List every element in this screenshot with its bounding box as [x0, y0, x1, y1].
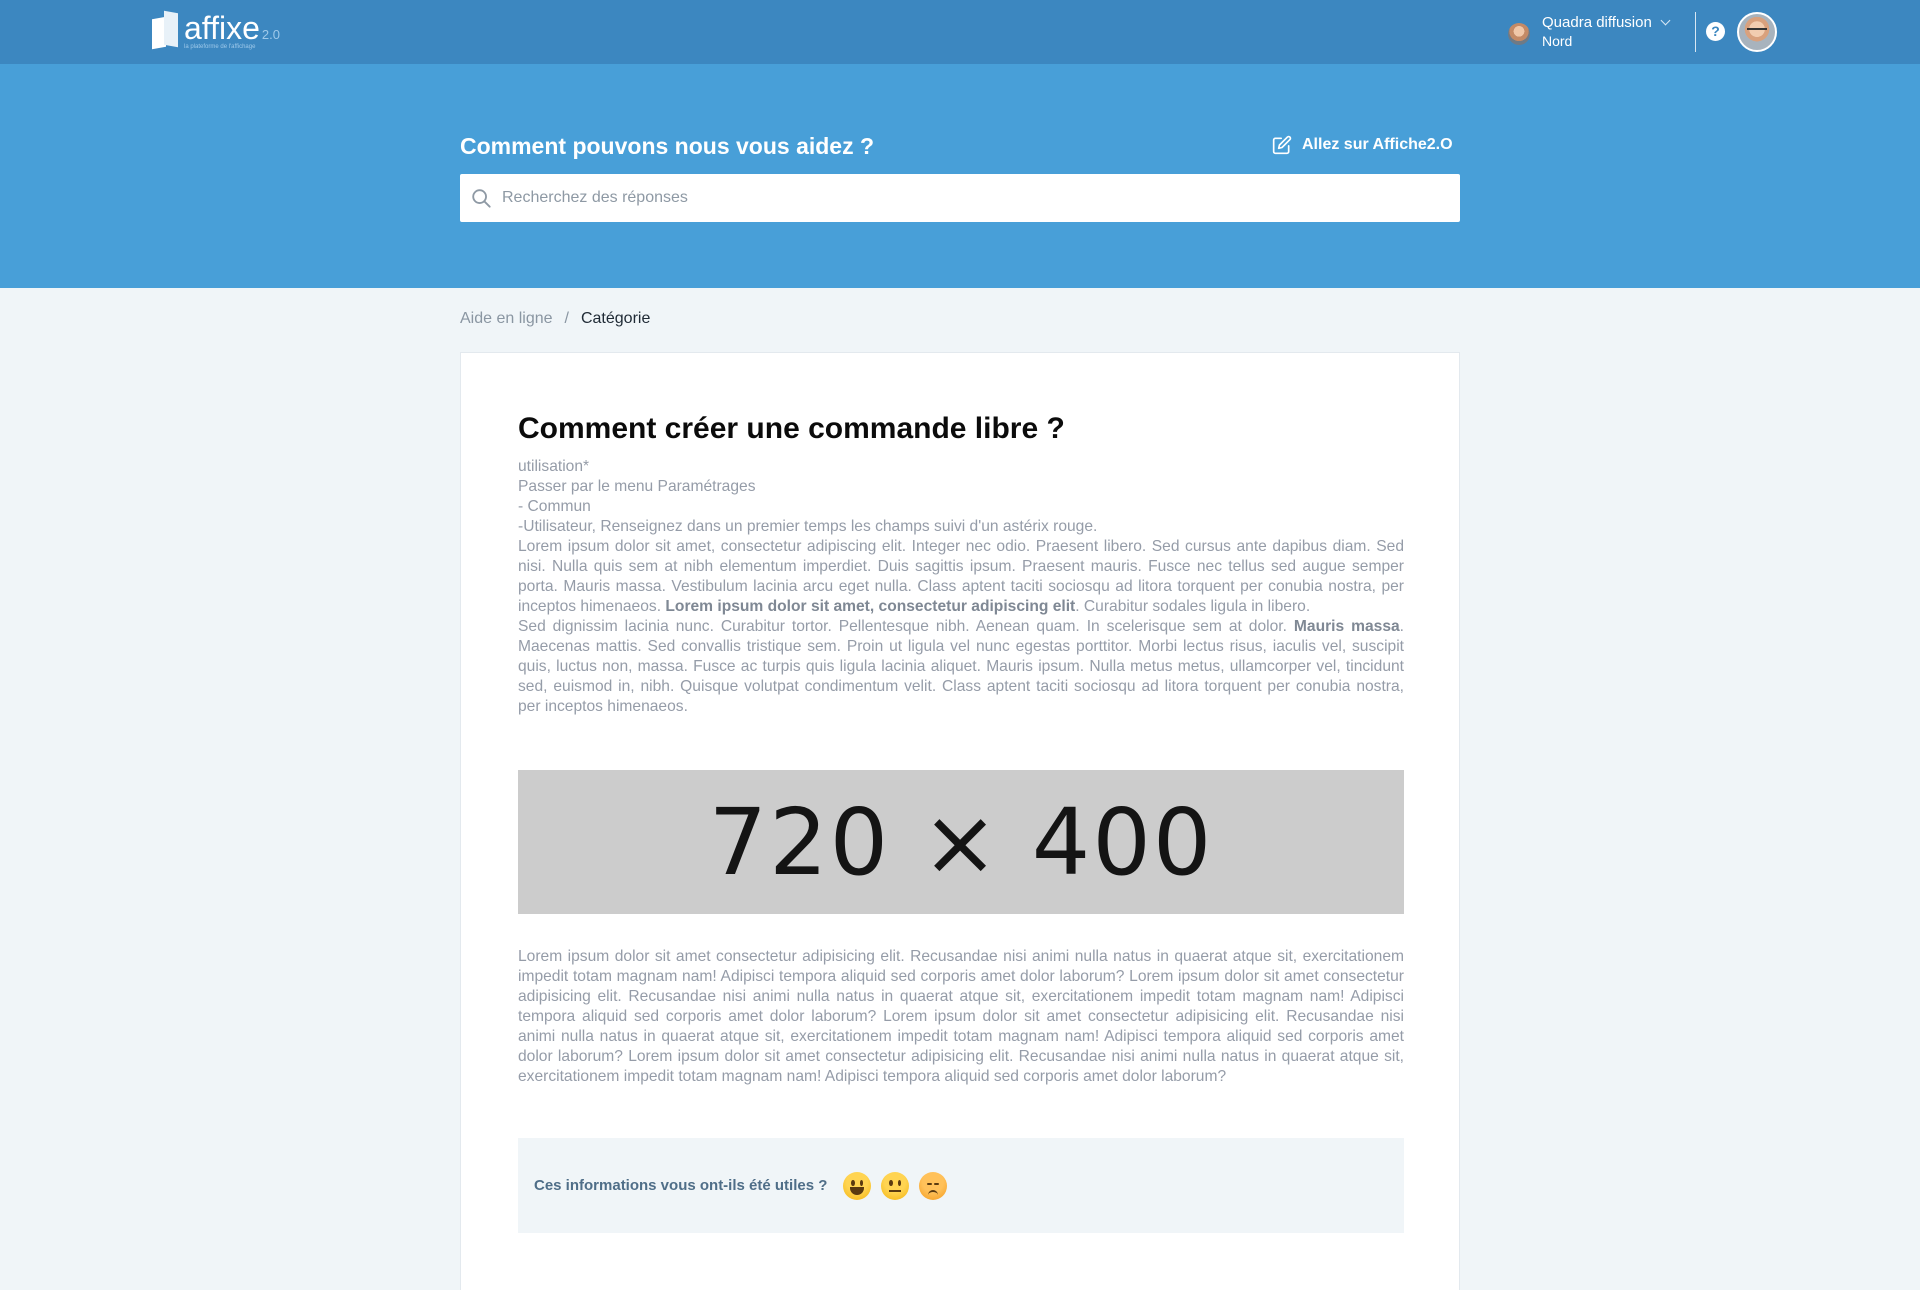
chevron-down-icon: [1660, 15, 1671, 26]
feedback-question: Ces informations vous ont-ils été utiles…: [534, 1177, 828, 1194]
article-line: utilisation*: [518, 458, 590, 475]
top-navbar: affixe 2.0 la plateforme de l'affichage …: [0, 0, 1920, 64]
user-avatar[interactable]: [1737, 12, 1777, 52]
feedback-box: Ces informations vous ont-ils été utiles…: [518, 1138, 1404, 1233]
brand-name: affixe: [184, 10, 260, 46]
image-placeholder-label: 720 × 400: [708, 788, 1214, 896]
search-icon: [470, 187, 492, 209]
article-intro: utilisation* Passer par le menu Paramétr…: [518, 457, 1404, 717]
article-line: Passer par le menu Paramétrages: [518, 478, 756, 495]
search-box[interactable]: [460, 174, 1460, 222]
article-image-placeholder: 720 × 400: [518, 770, 1404, 914]
organization-name: Quadra diffusion: [1542, 14, 1652, 31]
search-input[interactable]: [502, 189, 1460, 207]
breadcrumb-current: Catégorie: [580, 310, 651, 327]
navbar-divider: [1695, 12, 1696, 52]
article-paragraph: Lorem ipsum dolor sit amet consectetur a…: [518, 948, 1404, 1085]
affixe-logo[interactable]: affixe 2.0 la plateforme de l'affichage: [150, 8, 280, 54]
organization-region: Nord: [1542, 33, 1573, 49]
go-to-affiche-link[interactable]: Allez sur Affiche2.O: [1272, 135, 1453, 155]
organization-switcher[interactable]: Quadra diffusion Nord: [1508, 14, 1671, 50]
brand-version: 2.0: [261, 27, 280, 42]
organization-avatar: [1508, 23, 1530, 45]
breadcrumb-separator: /: [564, 310, 569, 327]
smiley-sad-icon[interactable]: [919, 1171, 948, 1200]
smiley-happy-icon[interactable]: [843, 1171, 872, 1200]
help-circle-icon[interactable]: ?: [1706, 22, 1725, 41]
bold-text: Mauris massa: [1293, 618, 1400, 635]
article-paragraph: Sed dignissim lacinia nunc. Curabitur to…: [518, 618, 1405, 715]
article-line: -Utilisateur, Renseignez dans un premier…: [518, 518, 1098, 535]
article-line: - Commun: [518, 498, 591, 515]
article-card: Comment créer une commande libre ? utili…: [460, 352, 1460, 1290]
article-title: Comment créer une commande libre ?: [518, 412, 1065, 445]
breadcrumb: Aide en ligne / Catégorie: [460, 310, 650, 328]
breadcrumb-root-link[interactable]: Aide en ligne: [460, 310, 553, 328]
edit-icon: [1272, 135, 1292, 155]
bold-text: Lorem ipsum dolor sit amet, consectetur …: [665, 598, 1076, 615]
smiley-neutral-icon[interactable]: [881, 1171, 910, 1200]
article-paragraph: Lorem ipsum dolor sit amet, consectetur …: [518, 538, 1404, 615]
brand-tagline: la plateforme de l'affichage: [184, 44, 256, 50]
hero-title: Comment pouvons nous vous aidez ?: [460, 133, 875, 159]
go-to-affiche-label: Allez sur Affiche2.O: [1302, 136, 1453, 153]
logo-mark-icon: [150, 8, 180, 50]
